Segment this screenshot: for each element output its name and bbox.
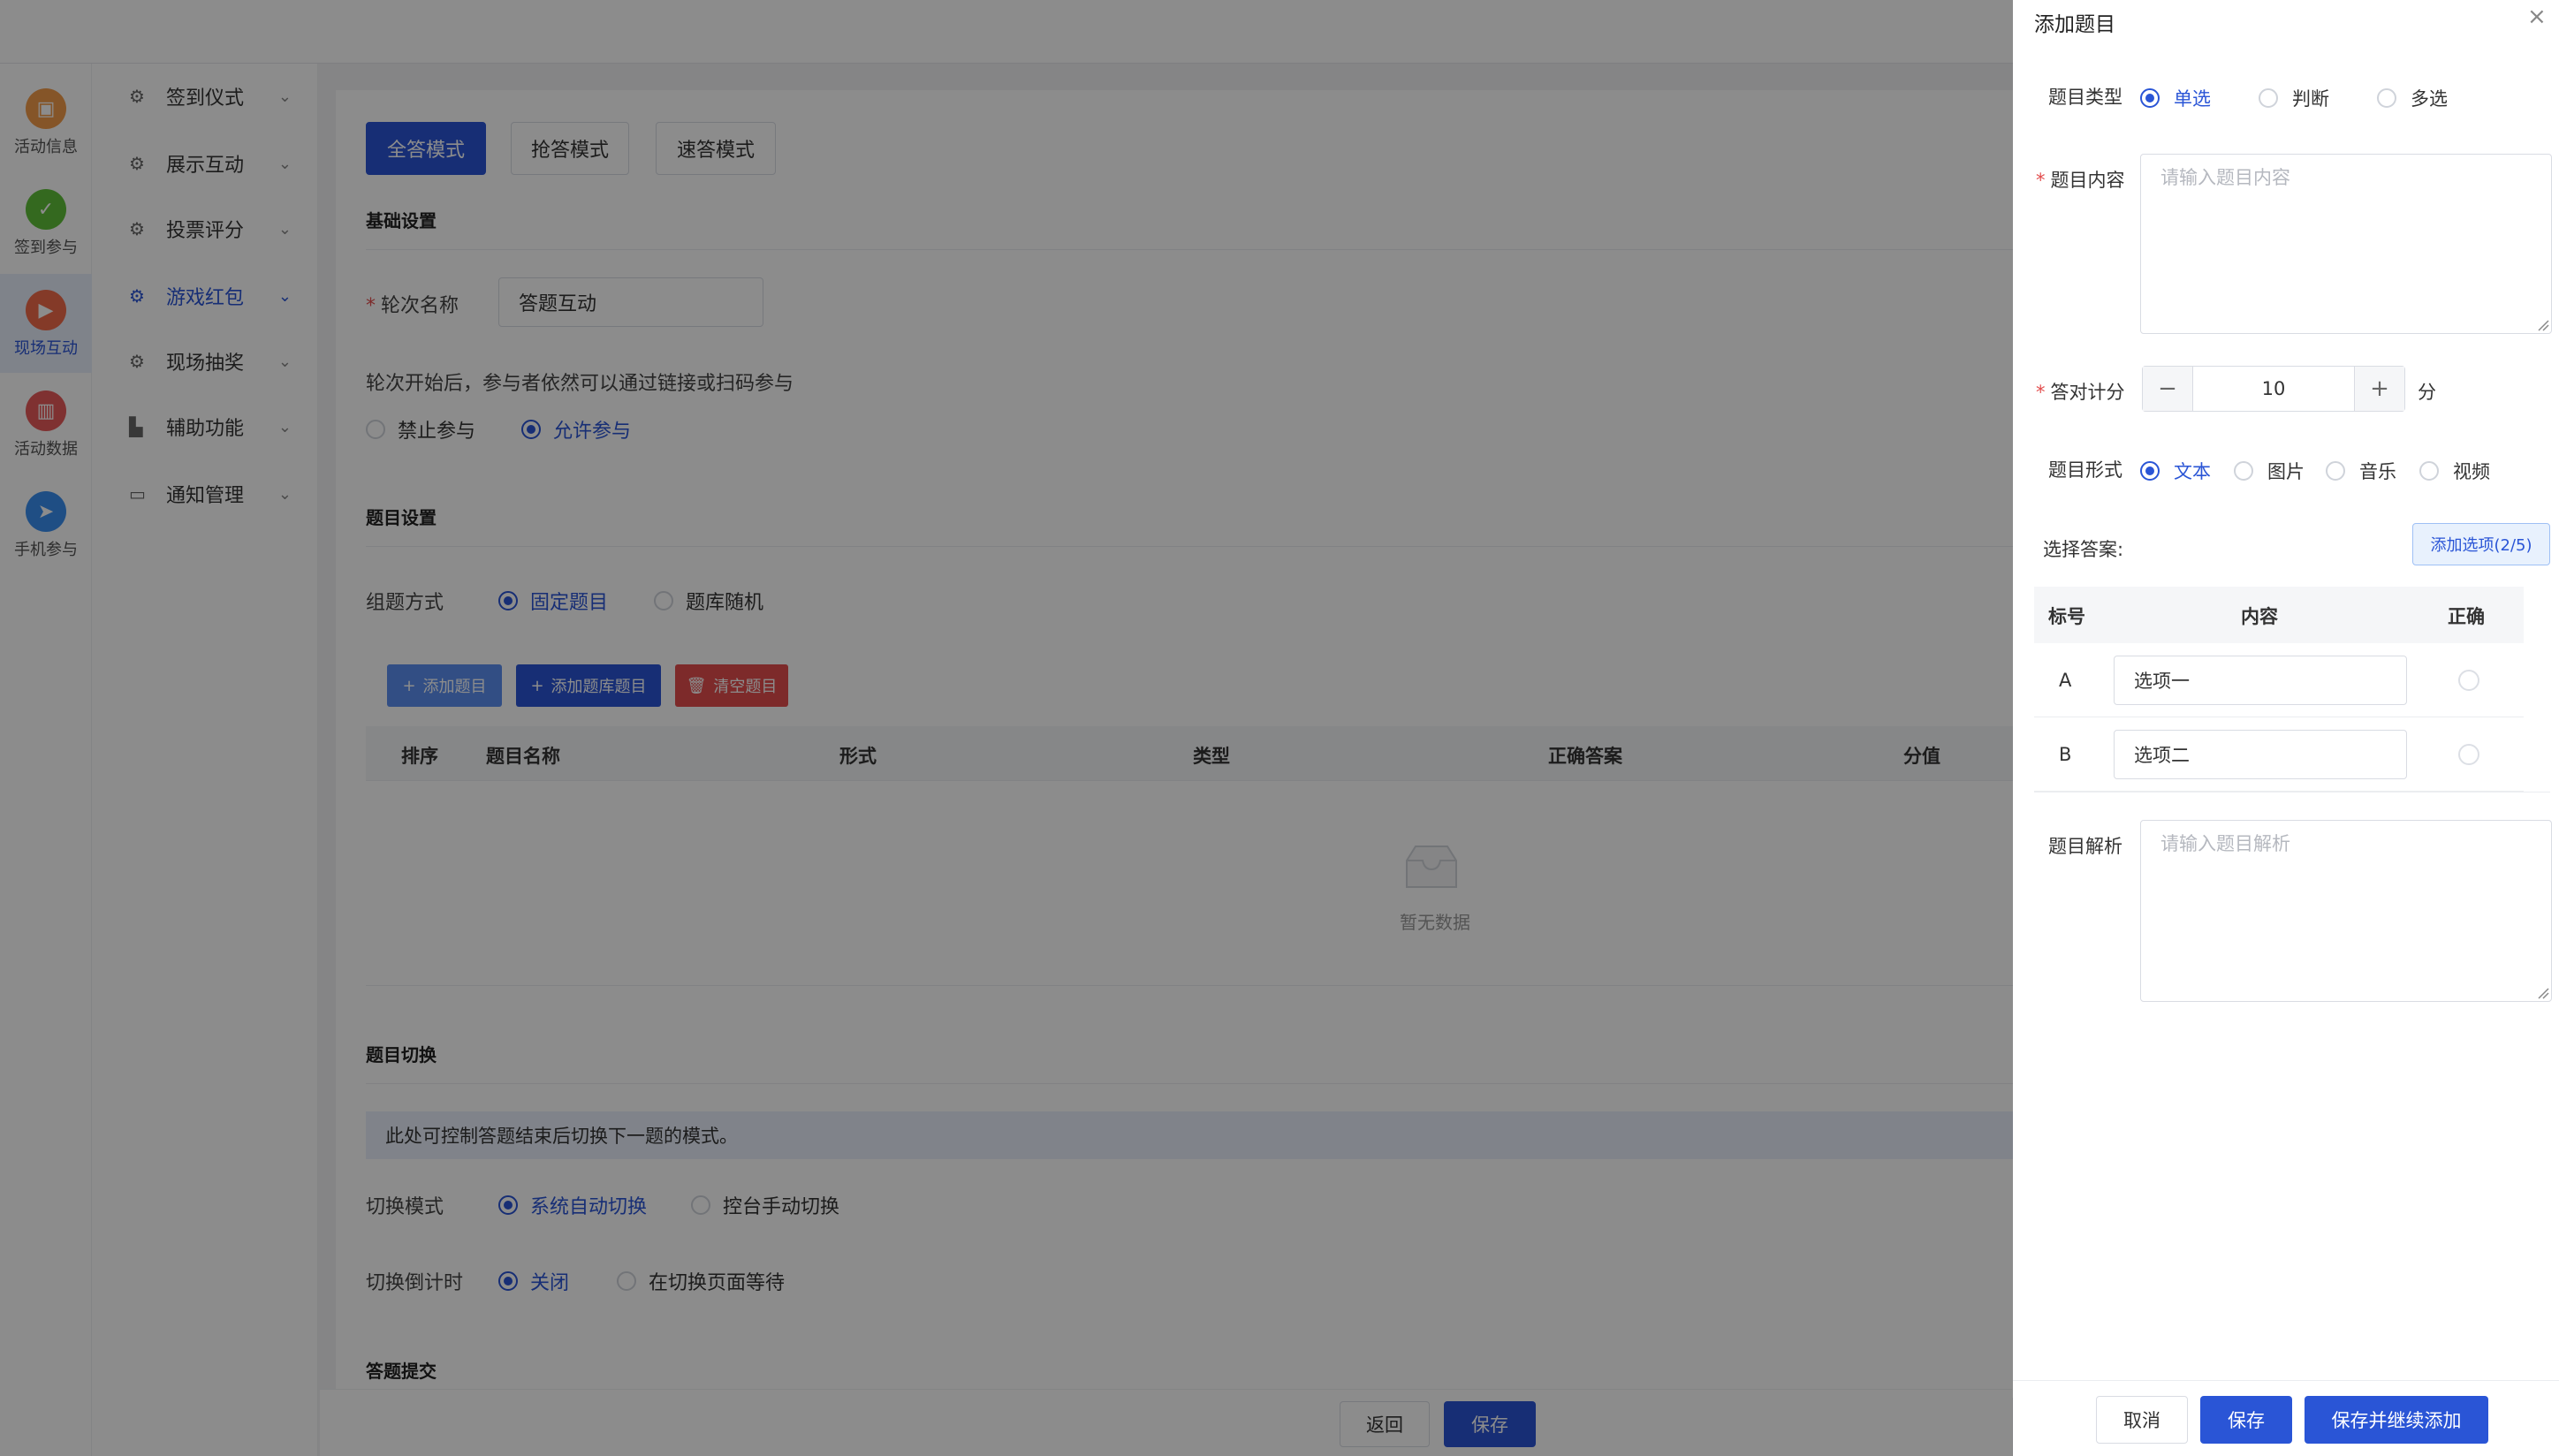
radio-circle — [2140, 461, 2160, 481]
option-table-header: 标号 内容 正确 — [2034, 587, 2524, 643]
radio-circle — [2234, 461, 2253, 481]
radio-type-single[interactable]: 单选 — [2140, 85, 2211, 111]
analysis-textarea[interactable]: 请输入题目解析 — [2140, 820, 2552, 1002]
drawer-title: 添加题目 — [2034, 13, 2115, 36]
option-letter: B — [2059, 744, 2072, 765]
analysis-label: 题目解析 — [2048, 836, 2122, 857]
radio-form-image[interactable]: 图片 — [2234, 458, 2305, 484]
column-header: 正确 — [2448, 606, 2485, 627]
score-stepper: − 10 + — [2142, 366, 2405, 412]
option-input[interactable]: 选项一 — [2114, 656, 2407, 705]
option-row: B 选项二 — [2034, 717, 2524, 792]
radio-label: 多选 — [2411, 88, 2448, 110]
resize-handle-icon[interactable] — [2537, 319, 2549, 331]
question-type-label: 题目类型 — [2048, 87, 2122, 108]
radio-label: 判断 — [2292, 88, 2329, 110]
radio-type-multiple[interactable]: 多选 — [2377, 85, 2448, 111]
add-option-button[interactable]: 添加选项(2/5) — [2412, 523, 2550, 565]
radio-circle — [2419, 461, 2439, 481]
column-header: 内容 — [2241, 606, 2278, 627]
radio-label: 文本 — [2174, 461, 2211, 482]
question-content-label: 题目内容 — [2048, 166, 2125, 193]
cancel-button[interactable]: 取消 — [2096, 1396, 2188, 1444]
option-input[interactable]: 选项二 — [2114, 730, 2407, 779]
score-unit: 分 — [2418, 382, 2436, 403]
option-letter: A — [2059, 670, 2072, 691]
resize-handle-icon[interactable] — [2537, 987, 2549, 999]
radio-circle — [2377, 88, 2396, 108]
score-input[interactable]: 10 — [2192, 367, 2355, 411]
radio-label: 图片 — [2267, 461, 2305, 482]
minus-button[interactable]: − — [2143, 367, 2192, 411]
radio-circle — [2140, 88, 2160, 108]
correct-radio[interactable] — [2458, 744, 2479, 765]
radio-form-music[interactable]: 音乐 — [2326, 458, 2396, 484]
radio-type-judge[interactable]: 判断 — [2259, 85, 2329, 111]
save-and-continue-button[interactable]: 保存并继续添加 — [2305, 1396, 2488, 1444]
question-content-textarea[interactable]: 请输入题目内容 — [2140, 154, 2552, 334]
radio-label: 视频 — [2453, 461, 2490, 482]
textarea-placeholder: 请输入题目解析 — [2160, 833, 2290, 854]
plus-button[interactable]: + — [2355, 367, 2404, 411]
radio-label: 音乐 — [2359, 461, 2396, 482]
radio-circle — [2259, 88, 2278, 108]
radio-label: 单选 — [2174, 88, 2211, 110]
correct-radio[interactable] — [2458, 670, 2479, 691]
score-label: 答对计分 — [2048, 378, 2125, 405]
radio-circle — [2326, 461, 2345, 481]
radio-form-text[interactable]: 文本 — [2140, 458, 2211, 484]
answer-label: 选择答案: — [2043, 539, 2124, 560]
save-button[interactable]: 保存 — [2200, 1396, 2292, 1444]
option-row: A 选项一 — [2034, 643, 2524, 717]
close-icon[interactable]: × — [2527, 4, 2547, 30]
textarea-placeholder: 请输入题目内容 — [2160, 167, 2290, 188]
question-form-label: 题目形式 — [2048, 459, 2122, 481]
column-header: 标号 — [2048, 606, 2085, 627]
radio-form-video[interactable]: 视频 — [2419, 458, 2490, 484]
